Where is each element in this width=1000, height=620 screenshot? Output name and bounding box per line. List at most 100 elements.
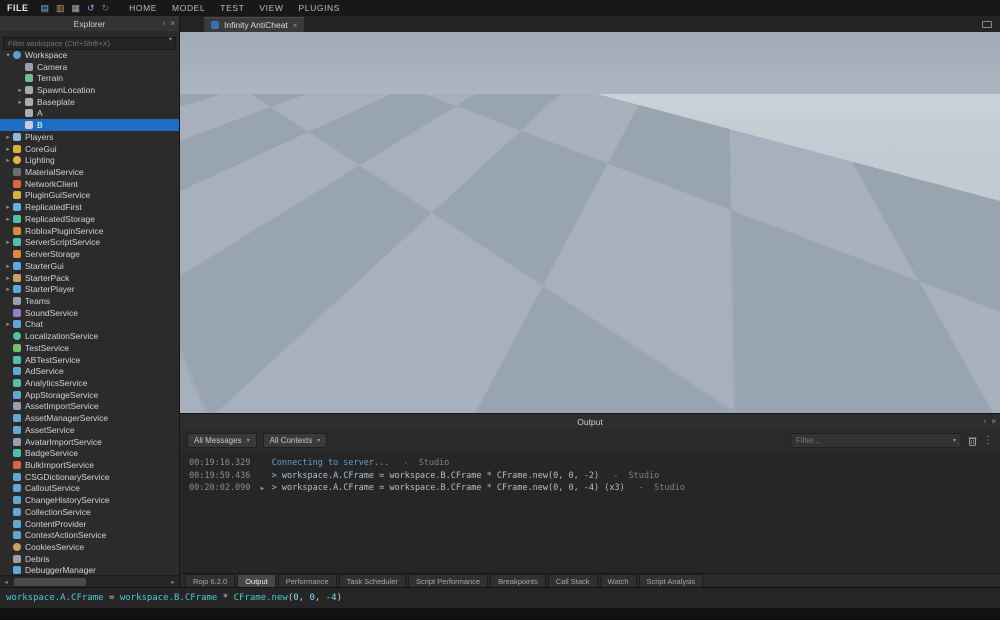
chevron-right-icon[interactable]: ▸ (3, 320, 13, 328)
scroll-right-icon[interactable]: ▸ (167, 578, 179, 586)
chevron-right-icon[interactable]: ▸ (15, 86, 25, 94)
tree-item-startergui[interactable]: ▸ StarterGui (0, 260, 179, 272)
menu-plugins[interactable]: PLUGINS (299, 3, 341, 13)
redo-icon[interactable]: ↻ (102, 3, 110, 13)
tree-item-chat[interactable]: ▸ Chat (0, 319, 179, 331)
tree-item-assetmanagerservice[interactable]: AssetManagerService (0, 412, 179, 424)
tab-script-performance[interactable]: Script Performance (407, 574, 489, 587)
pin-icon[interactable]: ▫ (162, 19, 165, 28)
tree-item-debuggermanager[interactable]: DebuggerManager (0, 565, 179, 575)
save-icon[interactable]: ▤ (41, 3, 50, 13)
tree-item-lighting[interactable]: ▸ Lighting (0, 154, 179, 166)
tree-item-camera[interactable]: Camera (0, 61, 179, 73)
chevron-right-icon[interactable]: ▸ (3, 133, 13, 141)
scrollbar-track[interactable] (12, 576, 167, 587)
tree-item-testservice[interactable]: TestService (0, 342, 179, 354)
menu-model[interactable]: MODEL (172, 3, 205, 13)
close-icon[interactable]: × (991, 417, 996, 426)
tree-item-badgeservice[interactable]: BadgeService (0, 447, 179, 459)
chevron-right-icon[interactable]: ▸ (3, 274, 13, 282)
chevron-right-icon[interactable]: ▸ (3, 145, 13, 153)
tab-place[interactable]: Infinity AntiCheat × (204, 17, 305, 32)
tree-item-serverstorage[interactable]: ServerStorage (0, 248, 179, 260)
chevron-down-icon[interactable]: ▾ (953, 437, 956, 444)
chevron-right-icon[interactable]: ▸ (3, 215, 13, 223)
menu-view[interactable]: VIEW (259, 3, 283, 13)
tree-item-pluginguiservice[interactable]: PluginGuiService (0, 190, 179, 202)
float-window-icon[interactable] (982, 21, 992, 28)
tree-item-materialservice[interactable]: MaterialService (0, 166, 179, 178)
paste-icon[interactable]: ▦ (72, 3, 81, 13)
chevron-right-icon[interactable]: ▸ (15, 98, 25, 106)
tree-item-localizationservice[interactable]: LocalizationService (0, 330, 179, 342)
tree-item-a[interactable]: A (0, 108, 179, 120)
tab-breakpoints[interactable]: Breakpoints (490, 574, 546, 587)
tree-item-avatarimportservice[interactable]: AvatarImportService (0, 436, 179, 448)
scrollbar-thumb[interactable] (14, 578, 86, 586)
tab-watch[interactable]: Watch (599, 574, 637, 587)
chevron-right-icon[interactable]: ▸ (3, 285, 13, 293)
clear-output-button[interactable] (968, 436, 977, 446)
tree-item-contextactionservice[interactable]: ContextActionService (0, 529, 179, 541)
gizmo-center-handle[interactable] (533, 262, 541, 270)
tree-item-robloxpluginservice[interactable]: RobloxPluginService (0, 225, 179, 237)
expand-arrow-icon[interactable]: ▶ (261, 483, 272, 496)
tree-item-bulkimportservice[interactable]: BulkImportService (0, 459, 179, 471)
close-icon[interactable]: × (170, 19, 175, 28)
output-log[interactable]: 00:19:16.329 Connecting to server... - St… (180, 452, 1000, 573)
tree-item-appstorageservice[interactable]: AppStorageService (0, 389, 179, 401)
tab-rojo-6-2-0[interactable]: Rojo 6.2.0 (185, 574, 236, 587)
tree-item-b[interactable]: B (0, 119, 179, 132)
tree-item-players[interactable]: ▸ Players (0, 131, 179, 143)
tab-output[interactable]: Output (237, 574, 276, 587)
pin-icon[interactable]: ▫ (983, 417, 986, 426)
tree-item-starterplayer[interactable]: ▸ StarterPlayer (0, 283, 179, 295)
explorer-filter-input[interactable] (3, 37, 176, 50)
close-icon[interactable]: × (293, 21, 298, 30)
menu-test[interactable]: TEST (220, 3, 244, 13)
tree-item-soundservice[interactable]: SoundService (0, 307, 179, 319)
tree-item-changehistoryservice[interactable]: ChangeHistoryService (0, 494, 179, 506)
undo-icon[interactable]: ↺ (87, 3, 95, 13)
tree-item-cookiesservice[interactable]: CookiesService (0, 541, 179, 553)
tree-item-assetimportservice[interactable]: AssetImportService (0, 401, 179, 413)
tree-item-collectionservice[interactable]: CollectionService (0, 506, 179, 518)
tree-item-teams[interactable]: Teams (0, 295, 179, 307)
tree-item-serverscriptservice[interactable]: ▸ ServerScriptService (0, 237, 179, 249)
file-menu[interactable]: FILE (7, 3, 29, 13)
tree-item-csgdictionaryservice[interactable]: CSGDictionaryService (0, 471, 179, 483)
tree-item-spawnlocation[interactable]: ▸ SpawnLocation (0, 84, 179, 96)
chevron-down-icon[interactable]: ▾ (3, 51, 13, 59)
chevron-right-icon[interactable]: ▸ (3, 262, 13, 270)
chevron-down-icon[interactable]: ▾ (169, 35, 172, 43)
tree-item-baseplate[interactable]: ▸ Baseplate (0, 96, 179, 108)
tab-task-scheduler[interactable]: Task Scheduler (338, 574, 406, 587)
messages-filter-dropdown[interactable]: All Messages ▾ (187, 433, 257, 448)
tree-item-coregui[interactable]: ▸ CoreGui (0, 143, 179, 155)
tree-item-calloutservice[interactable]: CalloutService (0, 483, 179, 495)
tree-item-analyticsservice[interactable]: AnalyticsService (0, 377, 179, 389)
scroll-left-icon[interactable]: ◂ (0, 578, 12, 586)
contexts-filter-dropdown[interactable]: All Contexts ▾ (262, 433, 328, 448)
menu-home[interactable]: HOME (129, 3, 157, 13)
command-bar[interactable]: workspace.A.CFrame = workspace.B.CFrame … (0, 587, 1000, 608)
publish-icon[interactable]: ▥ (56, 3, 65, 13)
tree-item-replicatedfirst[interactable]: ▸ ReplicatedFirst (0, 201, 179, 213)
chevron-right-icon[interactable]: ▸ (3, 238, 13, 246)
tree-item-contentprovider[interactable]: ContentProvider (0, 518, 179, 530)
chevron-right-icon[interactable]: ▸ (3, 156, 13, 164)
explorer-horizontal-scrollbar[interactable]: ◂ ▸ (0, 575, 179, 587)
tree-item-starterpack[interactable]: ▸ StarterPack (0, 272, 179, 284)
tree-item-abtestservice[interactable]: ABTestService (0, 354, 179, 366)
output-options-button[interactable]: ⋮ (983, 435, 993, 446)
tab-call-stack[interactable]: Call Stack (547, 574, 598, 587)
tree-item-replicatedstorage[interactable]: ▸ ReplicatedStorage (0, 213, 179, 225)
tree-item-workspace[interactable]: ▾ Workspace (0, 49, 179, 61)
tree-item-terrain[interactable]: Terrain (0, 72, 179, 84)
tab-performance[interactable]: Performance (277, 574, 337, 587)
tree-item-debris[interactable]: Debris (0, 553, 179, 565)
tree-item-assetservice[interactable]: AssetService (0, 424, 179, 436)
tree-item-networkclient[interactable]: NetworkClient (0, 178, 179, 190)
viewport-3d[interactable]: R (180, 32, 1000, 413)
output-filter-input[interactable] (796, 436, 949, 445)
